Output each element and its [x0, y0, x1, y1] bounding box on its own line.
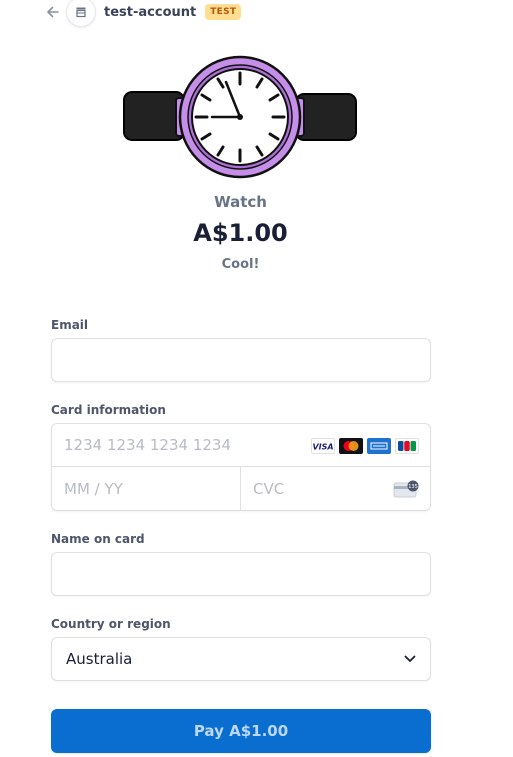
expiry-cell [52, 467, 241, 510]
product-description: Cool! [221, 257, 260, 272]
country-label: Country or region [51, 617, 171, 631]
pay-button[interactable]: Pay A$1.00 [51, 709, 431, 753]
name-on-card-wrapper [51, 552, 431, 596]
chevron-down-icon [404, 655, 416, 662]
visa-icon: VISA [311, 438, 335, 454]
card-brands: VISA [311, 438, 419, 454]
card-information-label: Card information [51, 403, 166, 417]
card-information-group: VISA 135 [51, 423, 431, 511]
mastercard-icon [339, 438, 363, 454]
product-price: A$1.00 [193, 219, 288, 247]
email-field-wrapper [51, 338, 431, 382]
email-field[interactable] [52, 339, 430, 381]
test-mode-badge: TEST [205, 4, 242, 20]
country-selected-value: Australia [66, 650, 133, 668]
back-arrow-icon[interactable] [44, 3, 62, 21]
email-label: Email [51, 318, 89, 332]
name-on-card-field[interactable] [52, 553, 430, 595]
svg-text:135: 135 [408, 484, 418, 490]
checkout-page: test-account TEST Watch A$1.00 Cool! Ema… [0, 0, 513, 757]
account-name[interactable]: test-account [104, 5, 196, 20]
product-name: Watch [214, 193, 267, 211]
cvc-cell: 135 [241, 467, 430, 510]
jcb-icon [395, 438, 419, 454]
card-number-cell: VISA [52, 424, 430, 467]
cvc-card-icon: 135 [393, 480, 419, 498]
country-select[interactable]: Australia [51, 637, 431, 681]
amex-icon [367, 438, 391, 454]
watch-product-image [123, 55, 357, 179]
name-on-card-label: Name on card [51, 532, 145, 546]
header: test-account TEST [44, 0, 242, 27]
svg-text:VISA: VISA [312, 443, 333, 452]
store-icon [66, 0, 96, 27]
expiry-input[interactable] [52, 467, 240, 510]
